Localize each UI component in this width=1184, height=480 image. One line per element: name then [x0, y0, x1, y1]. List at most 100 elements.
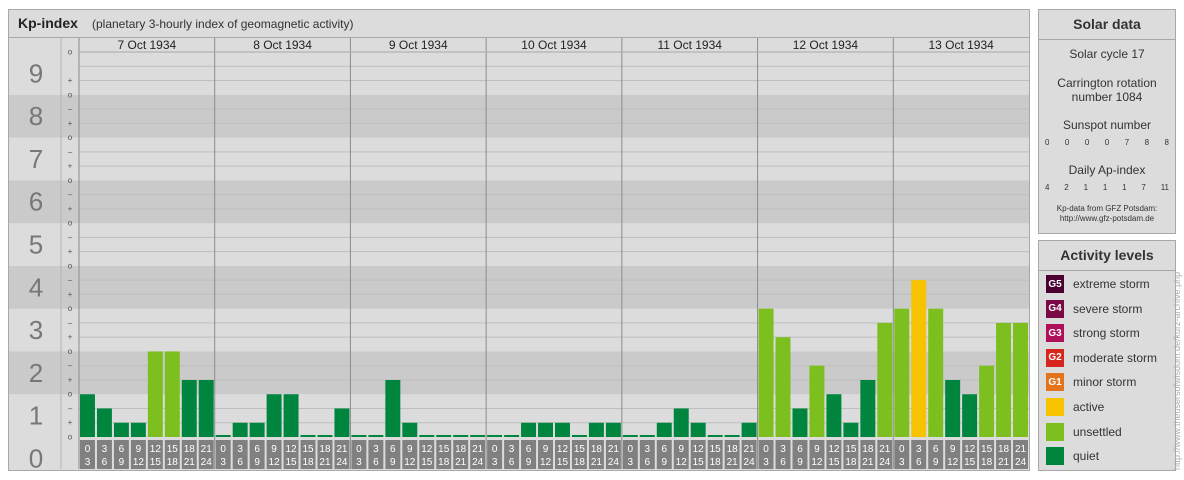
legend-swatch: G3: [1046, 324, 1064, 343]
hour-end-label: 9: [661, 457, 667, 468]
hour-start-label: 0: [492, 444, 498, 455]
hour-start-label: 3: [780, 444, 786, 455]
kp-bar: [741, 422, 757, 437]
watermark: http://www.theusersofwisdom.de/kurz-arch…: [1172, 271, 1182, 470]
hour-end-label: 3: [899, 457, 905, 468]
y-subtick-label: o: [68, 261, 73, 270]
kp-bar: [928, 308, 944, 437]
hour-start-label: 18: [184, 444, 196, 455]
y-subtick-label: –: [68, 318, 73, 327]
y-subtick-label: o: [68, 433, 73, 442]
kp-bar: [453, 435, 469, 437]
hour-end-label: 15: [693, 457, 705, 468]
daily-ap-label: Daily Ap-index: [1068, 163, 1146, 177]
hour-start-label: 21: [472, 444, 484, 455]
y-subtick-label: +: [68, 119, 73, 128]
hour-start-label: 15: [845, 444, 857, 455]
legend-swatch: G4: [1046, 299, 1064, 318]
legend-item: G1 minor storm: [1046, 372, 1136, 392]
legend-swatch: G1: [1046, 373, 1064, 392]
hour-end-label: 9: [254, 457, 260, 468]
hour-start-label: 3: [916, 444, 922, 455]
kp-bar: [894, 308, 910, 437]
day-label: 11 Oct 1934: [657, 38, 722, 52]
y-tick-label: 3: [29, 315, 43, 345]
y-subtick-label: –: [68, 276, 73, 285]
hour-start-label: 6: [119, 444, 125, 455]
hour-start-label: 12: [557, 444, 569, 455]
hour-end-label: 12: [404, 457, 416, 468]
hour-end-label: 21: [998, 457, 1010, 468]
hour-end-label: 12: [947, 457, 959, 468]
kp-bar: [911, 280, 927, 437]
kp-bar: [809, 365, 825, 437]
y-subtick-label: o: [68, 347, 73, 356]
hour-start-label: 0: [85, 444, 91, 455]
y-subtick-label: o: [68, 133, 73, 142]
kp-bar: [249, 422, 265, 437]
legend-item: G4 severe storm: [1046, 299, 1142, 319]
kp-bar: [351, 435, 367, 437]
hour-end-label: 6: [645, 457, 651, 468]
hour-end-label: 15: [421, 457, 433, 468]
kp-bar: [487, 435, 503, 437]
hour-end-label: 18: [302, 457, 314, 468]
hour-end-label: 3: [356, 457, 362, 468]
hour-end-label: 24: [608, 457, 620, 468]
hour-end-label: 9: [119, 457, 125, 468]
carrington-rotation-number: number 1084: [1071, 90, 1143, 104]
kp-bar: [130, 422, 146, 437]
legend-label: strong storm: [1073, 326, 1140, 341]
hour-start-label: 9: [814, 444, 820, 455]
y-subtick-label: –: [68, 404, 73, 413]
hour-start-label: 15: [167, 444, 179, 455]
kp-band: [9, 52, 1029, 95]
y-subtick-label: –: [68, 147, 73, 156]
y-subtick-label: +: [68, 204, 73, 213]
y-subtick-label: o: [68, 48, 73, 57]
y-subtick-label: +: [68, 333, 73, 342]
kp-bar-chart: 0123456789o+o+–o+–o+–o+–o+–o+–o+–o+–o 7 O…: [9, 38, 1029, 470]
kp-bar: [470, 435, 486, 437]
kp-bar: [571, 435, 587, 437]
legend-label: extreme storm: [1073, 277, 1150, 291]
legend-label: severe storm: [1073, 301, 1143, 316]
day-label: 13 Oct 1934: [928, 38, 994, 52]
ap-value: 4: [1045, 183, 1050, 192]
kp-bar: [96, 408, 112, 437]
day-label: 9 Oct 1934: [389, 38, 448, 52]
kp-bar: [792, 408, 808, 437]
kp-bar: [385, 379, 401, 437]
hour-end-label: 12: [269, 457, 281, 468]
legend-swatch: G5: [1046, 275, 1064, 293]
kp-bar: [707, 435, 723, 437]
hour-end-label: 15: [557, 457, 569, 468]
kp-bar: [436, 435, 452, 437]
y-tick-label: 4: [29, 272, 43, 302]
y-subtick-label: +: [68, 375, 73, 384]
kp-bar: [877, 322, 893, 437]
hour-start-label: 0: [899, 444, 905, 455]
sunspot-values: 0 0 0 0 7 8 8: [1045, 138, 1169, 147]
hour-start-label: 6: [254, 444, 260, 455]
credit-url: http://www.gfz-potsdam.de: [1059, 214, 1155, 223]
hour-end-label: 21: [862, 457, 874, 468]
kp-bar: [283, 394, 299, 437]
hour-start-label: 12: [150, 444, 162, 455]
hour-start-label: 18: [455, 444, 467, 455]
legend-label: active: [1073, 400, 1105, 414]
kp-bar: [758, 308, 774, 437]
hour-start-label: 21: [1015, 444, 1027, 455]
daily-ap-values: 4 2 1 1 1 7 11: [1045, 183, 1169, 192]
solar-cycle: Solar cycle 17: [1069, 47, 1145, 61]
hour-start-label: 9: [678, 444, 684, 455]
hour-end-label: 3: [220, 457, 226, 468]
sunspot-value: 0: [1084, 138, 1090, 147]
kp-bar: [113, 422, 129, 437]
y-tick-label: 1: [29, 401, 43, 431]
legend-label: quiet: [1073, 449, 1100, 464]
kp-bar: [588, 422, 604, 437]
hour-end-label: 18: [438, 457, 450, 468]
hour-end-label: 15: [828, 457, 840, 468]
legend-label: moderate storm: [1073, 350, 1158, 365]
